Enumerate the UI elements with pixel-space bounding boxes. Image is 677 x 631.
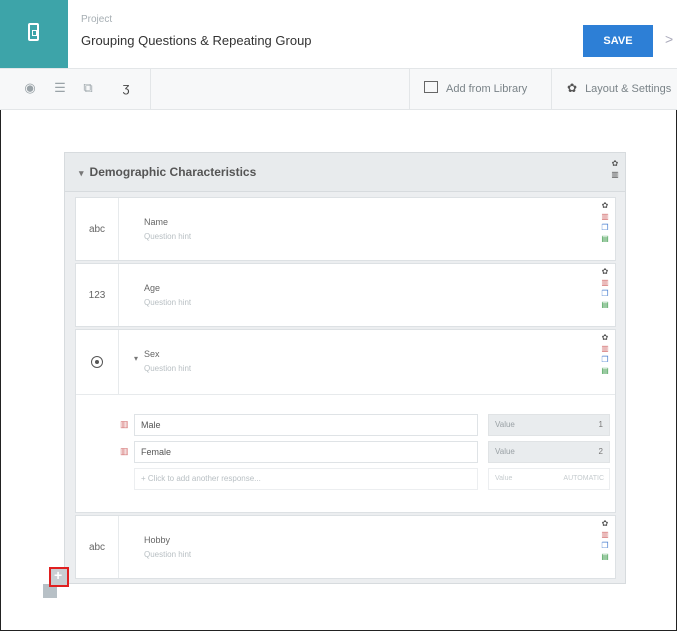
- group-title-text: Demographic Characteristics: [89, 165, 257, 179]
- gear-icon[interactable]: ✿: [602, 267, 609, 276]
- collapse-caret-icon[interactable]: ▾: [79, 168, 84, 178]
- question-actions: ✿ ▥ ❐ ▤: [599, 519, 611, 561]
- question-card[interactable]: abc Name Question hint ✿ ▥ ❐ ▤: [75, 197, 616, 261]
- question-actions: ✿ ▥ ❐ ▤: [599, 201, 611, 243]
- copy-icon[interactable]: ❐: [601, 223, 608, 232]
- group-actions: ✿ ▥: [609, 159, 621, 179]
- toolbar-divider: [150, 69, 151, 109]
- trash-icon[interactable]: ▥: [601, 278, 609, 287]
- question-card-expanded[interactable]: ▾ Sex Question hint ✿ ▥ ❐ ▤ ▥ Male Value…: [75, 329, 616, 513]
- gear-icon[interactable]: ✿: [602, 201, 609, 210]
- add-from-library-label: Add from Library: [446, 83, 528, 95]
- move-icon[interactable]: ▤: [601, 552, 609, 561]
- gear-icon[interactable]: ✿: [602, 333, 609, 342]
- copy-icon[interactable]: ⧉: [79, 79, 97, 97]
- eye-icon[interactable]: ◉: [21, 79, 39, 97]
- project-title[interactable]: Grouping Questions & Repeating Group: [81, 33, 312, 48]
- add-response-input[interactable]: + Click to add another response...: [134, 468, 478, 490]
- trash-icon[interactable]: ▥: [611, 170, 619, 179]
- chevron-right-icon[interactable]: >: [665, 31, 673, 47]
- trash-icon[interactable]: ▥: [601, 530, 609, 539]
- mobile-device-icon: [28, 23, 39, 41]
- library-icon: [424, 81, 438, 93]
- question-type-text: abc: [76, 198, 119, 260]
- trash-icon[interactable]: ▥: [120, 446, 129, 457]
- add-from-library-button[interactable]: Add from Library: [424, 81, 527, 95]
- question-label[interactable]: Age: [144, 283, 160, 293]
- response-value-field[interactable]: Value 1: [488, 414, 610, 436]
- project-label: Project: [81, 14, 113, 25]
- question-hint[interactable]: Question hint: [144, 364, 191, 373]
- gear-icon[interactable]: ✿: [612, 159, 619, 168]
- trash-icon[interactable]: ▥: [120, 419, 129, 430]
- value-label: Value: [495, 475, 513, 482]
- toolbar-divider: [409, 69, 410, 109]
- response-value-field[interactable]: Value 2: [488, 441, 610, 463]
- question-type-radio: [76, 330, 119, 395]
- question-label[interactable]: Hobby: [144, 535, 170, 545]
- toolbar: ◉ ☰ ⧉ ʒ Add from Library ✿ Layout & Setti…: [0, 69, 677, 110]
- question-hint[interactable]: Question hint: [144, 232, 191, 241]
- layout-settings-button[interactable]: ✿ Layout & Settings: [567, 81, 671, 95]
- question-type-text: abc: [76, 516, 119, 578]
- layout-settings-label: Layout & Settings: [585, 83, 672, 95]
- question-group: ▾ Demographic Characteristics ✿ ▥ abc Nam…: [64, 152, 626, 584]
- text-format-icon[interactable]: ʒ: [117, 79, 135, 97]
- trash-icon[interactable]: ▥: [601, 212, 609, 221]
- move-icon[interactable]: ▤: [601, 300, 609, 309]
- question-type-number: 123: [76, 264, 119, 326]
- save-button[interactable]: SAVE: [583, 25, 653, 57]
- question-actions: ✿ ▥ ❐ ▤: [599, 333, 611, 375]
- response-value: 1: [598, 420, 603, 429]
- response-label-input[interactable]: Male: [134, 414, 478, 436]
- toolbar-divider: [551, 69, 552, 109]
- copy-icon[interactable]: ❐: [601, 541, 608, 550]
- group-header[interactable]: ▾ Demographic Characteristics ✿ ▥: [65, 153, 625, 192]
- response-label-input[interactable]: Female: [134, 441, 478, 463]
- move-icon[interactable]: ▤: [601, 234, 609, 243]
- question-card[interactable]: 123 Age Question hint ✿ ▥ ❐ ▤: [75, 263, 616, 327]
- value-label: Value: [495, 447, 515, 456]
- add-response-value-field[interactable]: Value AUTOMATIC: [488, 468, 610, 490]
- response-value: 2: [598, 447, 603, 456]
- gear-icon[interactable]: ✿: [602, 519, 609, 528]
- gear-icon: ✿: [567, 81, 578, 95]
- move-icon[interactable]: ▤: [601, 366, 609, 375]
- expand-caret-icon[interactable]: ▾: [134, 354, 138, 363]
- question-hint[interactable]: Question hint: [144, 298, 191, 307]
- question-actions: ✿ ▥ ❐ ▤: [599, 267, 611, 309]
- question-label[interactable]: Name: [144, 217, 168, 227]
- app-header: Project Grouping Questions & Repeating G…: [0, 0, 677, 69]
- group-title[interactable]: ▾ Demographic Characteristics: [79, 165, 256, 179]
- list-icon[interactable]: ☰: [51, 79, 69, 97]
- app-tile[interactable]: [0, 0, 68, 68]
- divider: [118, 394, 615, 395]
- add-question-button[interactable]: [49, 567, 69, 587]
- trash-icon[interactable]: ▥: [601, 344, 609, 353]
- radio-button-icon: [91, 356, 103, 368]
- question-card[interactable]: abc Hobby Question hint ✿ ▥ ❐ ▤: [75, 515, 616, 579]
- copy-icon[interactable]: ❐: [601, 289, 608, 298]
- question-label[interactable]: Sex: [144, 349, 160, 359]
- value-label: Value: [495, 420, 515, 429]
- question-hint[interactable]: Question hint: [144, 550, 191, 559]
- copy-icon[interactable]: ❐: [601, 355, 608, 364]
- automatic-value: AUTOMATIC: [563, 475, 604, 482]
